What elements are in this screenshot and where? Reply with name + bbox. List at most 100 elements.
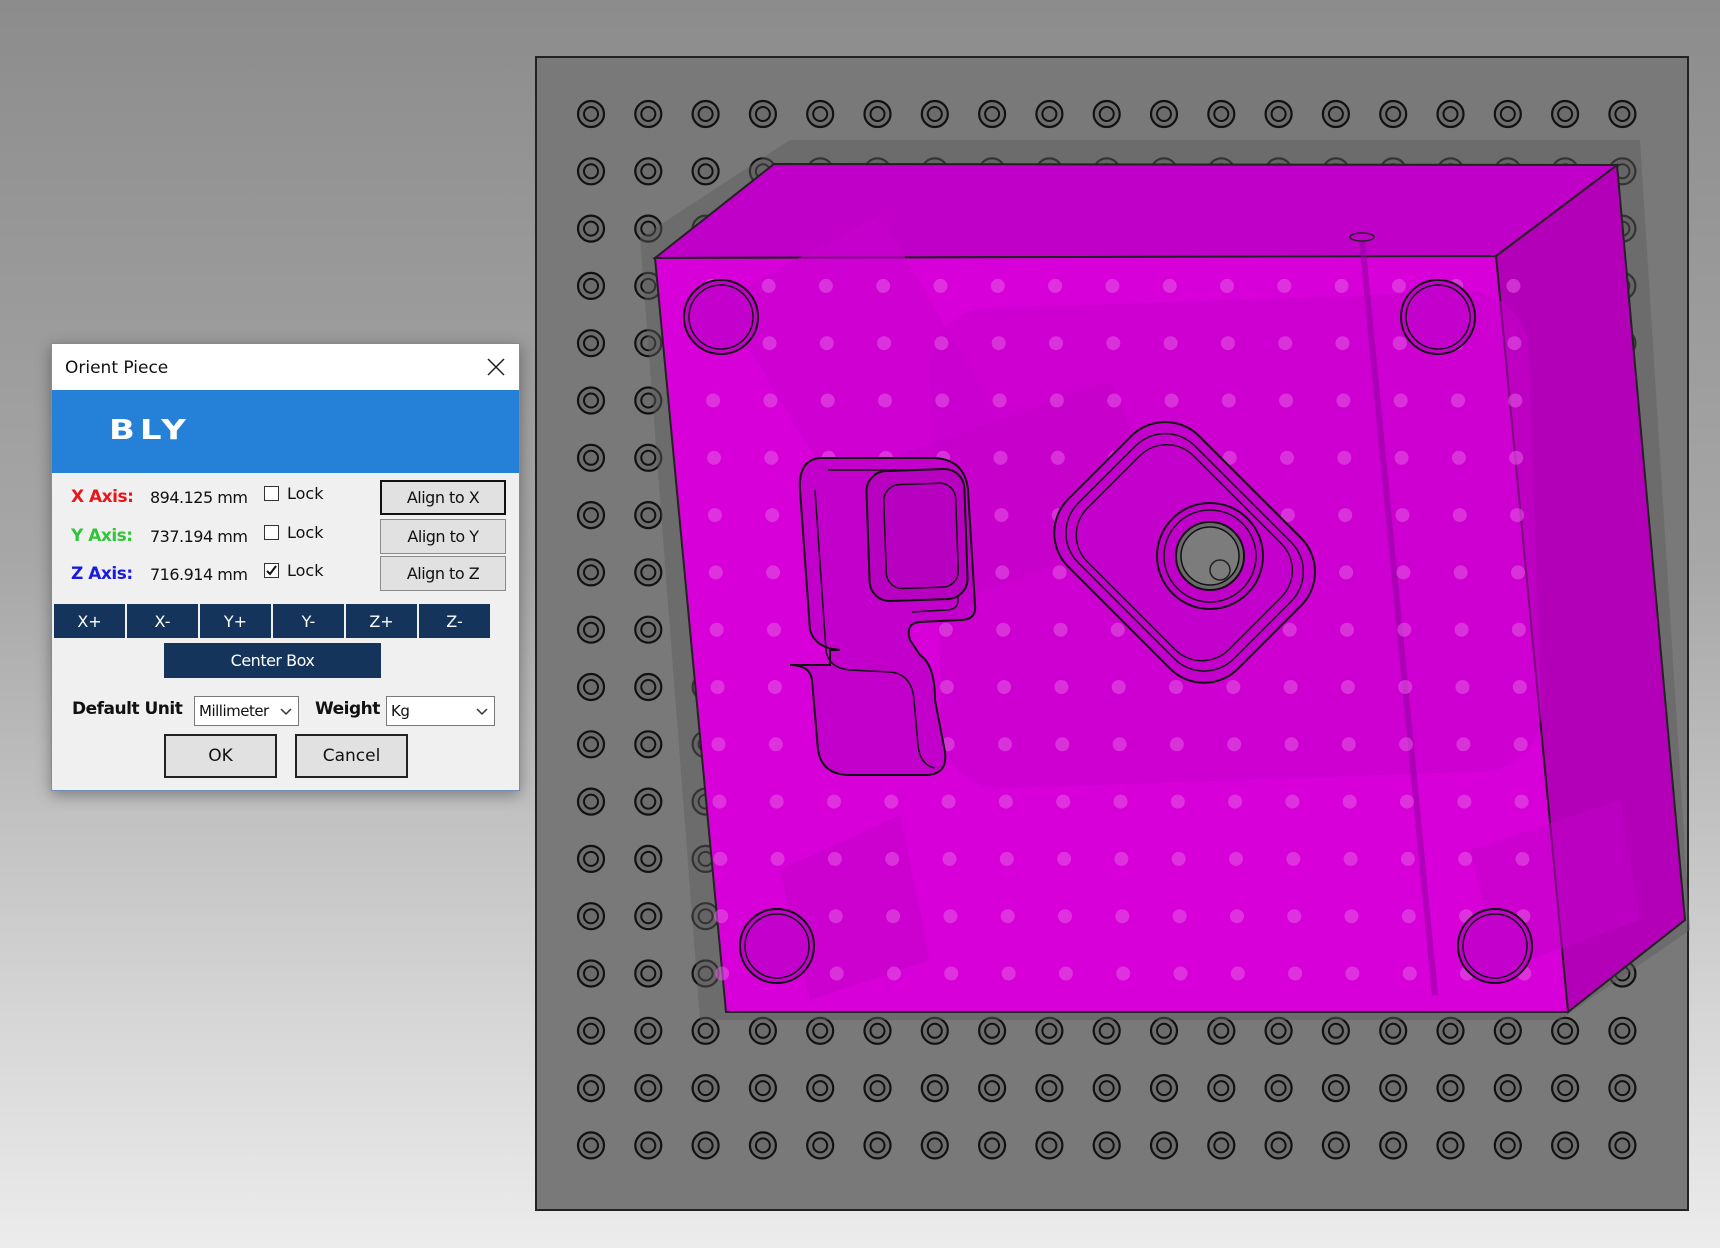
plate-hole [576, 615, 606, 644]
part-dot [1113, 794, 1128, 809]
part-dot [829, 966, 844, 981]
part-dot [1277, 278, 1292, 293]
part-dot [1229, 851, 1243, 866]
y-minus-button[interactable]: Y- [273, 604, 344, 638]
plate-hole [1321, 1131, 1351, 1160]
part-dot [1169, 737, 1184, 752]
align-to-x-button[interactable]: Align to X [380, 480, 506, 515]
part-dot [1514, 794, 1529, 809]
part-dot [714, 909, 729, 924]
part-dot [1227, 737, 1242, 752]
center-box-button[interactable]: Center Box [164, 643, 381, 678]
plate-hole [1436, 99, 1465, 129]
part-dot [1280, 450, 1294, 465]
unit-select[interactable]: Millimeter [194, 696, 299, 726]
plate-hole [1608, 99, 1637, 129]
part-dot [1279, 393, 1294, 408]
part-dot [770, 851, 785, 866]
part-dot [1515, 851, 1530, 866]
plate-hole [634, 844, 663, 874]
part-dot [1049, 393, 1064, 408]
corner-hole [683, 279, 759, 355]
part-dot [877, 336, 892, 351]
z-lock-checkbox[interactable]: Lock [264, 561, 323, 580]
z-axis-label: Z Axis: [71, 564, 133, 584]
part-dot [1340, 680, 1355, 694]
plate-hole [634, 99, 663, 129]
plate-hole [576, 99, 606, 129]
checkbox-box [264, 486, 279, 501]
part-dot [998, 794, 1013, 809]
plate-hole [1550, 99, 1580, 129]
part-dot [1334, 278, 1349, 293]
part-dot [886, 909, 901, 924]
x-minus-button[interactable]: X- [127, 604, 198, 638]
plate-hole [634, 1131, 663, 1160]
part-dot [1230, 966, 1245, 981]
part-dot [1282, 622, 1297, 637]
plate-hole [1550, 1073, 1580, 1103]
plate-hole [1092, 1131, 1121, 1160]
plate-hole [1035, 1073, 1064, 1103]
part-dot [944, 966, 959, 981]
plate-hole [977, 1131, 1007, 1160]
part-dot [1398, 680, 1413, 694]
plate-hole [576, 902, 606, 931]
ok-button[interactable]: OK [164, 734, 277, 778]
plate-hole [1149, 99, 1179, 129]
part-dot [1455, 680, 1470, 694]
part-dot [1111, 680, 1126, 694]
plate-hole [1092, 1073, 1121, 1103]
part-dot [942, 851, 957, 866]
part-dot [1338, 508, 1353, 523]
y-axis-value: 737.194 mm [150, 527, 248, 546]
part-dot [1052, 565, 1067, 580]
part-dot [1395, 508, 1410, 523]
dialog-titlebar[interactable]: Orient Piece [52, 344, 519, 390]
z-plus-button[interactable]: Z+ [346, 604, 417, 638]
part-dot [1054, 680, 1069, 694]
plate-hole [1207, 99, 1236, 129]
y-plus-button[interactable]: Y+ [200, 604, 271, 638]
weight-select[interactable]: Kg [386, 696, 495, 726]
part-dot [1287, 909, 1302, 924]
plate-hole [634, 1073, 663, 1103]
plate-hole [576, 787, 606, 816]
plate-hole [1092, 99, 1121, 129]
z-minus-button[interactable]: Z- [419, 604, 490, 638]
x-plus-button[interactable]: X+ [54, 604, 125, 638]
align-to-y-button[interactable]: Align to Y [380, 519, 506, 554]
plate-hole [806, 1016, 835, 1045]
z-lock-label: Lock [287, 561, 324, 580]
part-dot [1339, 565, 1354, 580]
plate-hole [576, 271, 606, 300]
plate-hole [576, 443, 606, 472]
part-dot [1229, 909, 1244, 924]
part-dot [991, 336, 1006, 351]
y-lock-checkbox[interactable]: Lock [264, 523, 323, 542]
x-lock-checkbox[interactable]: Lock [264, 484, 323, 503]
part-dot [885, 851, 900, 866]
part-dot [708, 565, 723, 580]
part-dot [1171, 851, 1186, 866]
part-dot [1049, 336, 1063, 351]
part-dot [1162, 278, 1177, 293]
part-dot [711, 737, 726, 752]
part-dot [1512, 680, 1527, 694]
plate-hole [1493, 1131, 1522, 1160]
plate-hole [863, 1073, 892, 1103]
part-dot [878, 393, 892, 408]
align-to-z-button[interactable]: Align to Z [380, 556, 506, 591]
part-dot [1284, 737, 1299, 752]
plate-hole [1608, 1131, 1637, 1160]
part-dot [1170, 794, 1185, 809]
part-dot [713, 851, 728, 866]
close-button[interactable] [473, 344, 519, 390]
plate-hole [1264, 1016, 1293, 1045]
part-dot [933, 278, 948, 293]
cancel-button[interactable]: Cancel [295, 734, 408, 778]
plate-hole [920, 1073, 949, 1103]
part-dot [1163, 336, 1178, 351]
part-dot [1228, 794, 1243, 809]
plate-hole [806, 99, 835, 129]
